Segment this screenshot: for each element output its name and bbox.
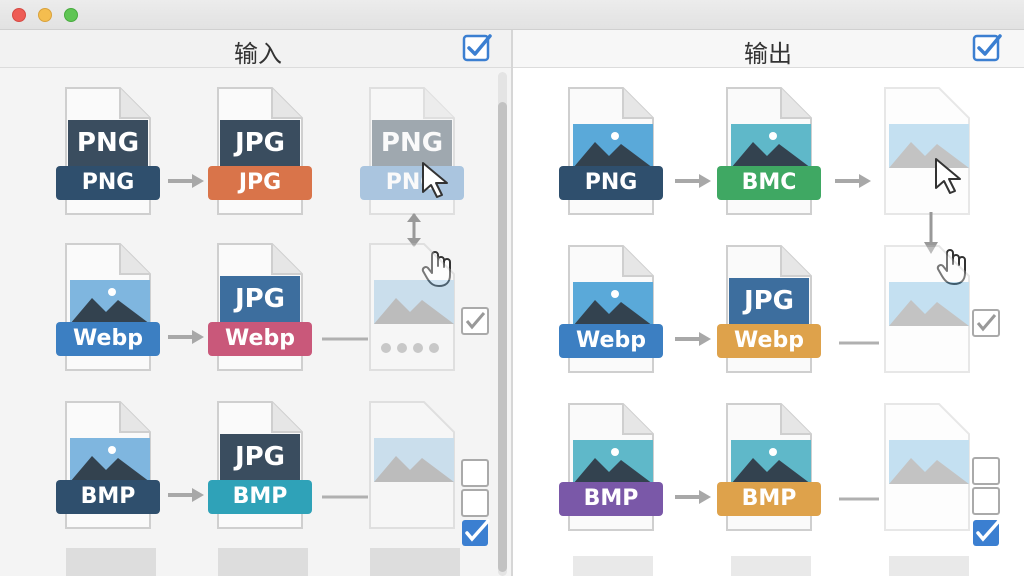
input-scrollbar[interactable] bbox=[498, 72, 507, 576]
row-checkbox[interactable] bbox=[460, 488, 490, 518]
row-checkbox[interactable] bbox=[971, 486, 1001, 516]
select-all-input-checkbox[interactable] bbox=[462, 32, 492, 62]
file-icon-placeholder[interactable] bbox=[875, 86, 985, 218]
format-ribbon: BMP bbox=[208, 480, 312, 514]
close-window-button[interactable] bbox=[12, 8, 26, 22]
file-icon-bmp[interactable]: BMP bbox=[56, 400, 166, 532]
file-icon-jpg[interactable]: JPG JPG bbox=[208, 86, 318, 218]
output-pane-title: 输出 bbox=[744, 40, 792, 68]
window-titlebar bbox=[0, 0, 1024, 30]
format-ribbon: PNG bbox=[56, 166, 160, 200]
format-ribbon: JPG bbox=[208, 166, 312, 200]
format-label-top: JPG bbox=[220, 120, 300, 166]
format-ribbon: BMP bbox=[559, 482, 663, 516]
zoom-window-button[interactable] bbox=[64, 8, 78, 22]
file-icon-jpg-webp[interactable]: JPG Webp bbox=[208, 242, 318, 374]
connector-line bbox=[839, 497, 879, 501]
file-icon-placeholder[interactable] bbox=[360, 400, 470, 532]
file-icon-jpg-bmp[interactable]: JPG BMP bbox=[208, 400, 318, 532]
row-checkbox[interactable] bbox=[971, 456, 1001, 486]
file-icon-jpg-webp[interactable]: JPG Webp bbox=[717, 244, 827, 376]
input-pane-header: 输入 bbox=[0, 30, 511, 68]
input-pane-title: 输入 bbox=[234, 40, 282, 68]
format-ribbon: Webp bbox=[717, 324, 821, 358]
format-ribbon: PNG bbox=[559, 166, 663, 200]
convert-arrow-icon bbox=[675, 332, 711, 346]
file-icon-webp[interactable]: Webp bbox=[56, 242, 166, 374]
select-all-output-checkbox[interactable] bbox=[972, 32, 1002, 62]
image-file-icon bbox=[884, 245, 970, 373]
input-pane: 输入 PNG PNG JPG JPG PNG PNG Webp JPG Webp… bbox=[0, 30, 511, 576]
file-icon-placeholder[interactable] bbox=[360, 242, 470, 374]
image-file-icon bbox=[369, 243, 455, 371]
file-icon-bmc[interactable]: BMC bbox=[717, 86, 827, 218]
partial-row-ghost bbox=[573, 556, 969, 576]
image-file-icon bbox=[884, 87, 970, 215]
row-checkbox[interactable] bbox=[460, 306, 490, 336]
file-icon-png[interactable]: PNG PNG bbox=[56, 86, 166, 218]
file-icon-placeholder[interactable] bbox=[875, 244, 985, 376]
file-icon-bmp[interactable]: BMP bbox=[559, 402, 669, 534]
format-ribbon: Webp bbox=[208, 322, 312, 356]
format-label-top: JPG bbox=[220, 434, 300, 480]
convert-arrow-icon bbox=[168, 174, 204, 188]
pointer-cursor-icon bbox=[422, 162, 448, 198]
file-icon-bmp-output[interactable]: BMP bbox=[717, 402, 827, 534]
format-ribbon: BMP bbox=[717, 482, 821, 516]
format-label-top: PNG bbox=[68, 120, 148, 166]
file-icon-png[interactable]: PNG bbox=[559, 86, 669, 218]
image-file-icon bbox=[369, 401, 455, 529]
row-checkbox[interactable] bbox=[460, 458, 490, 488]
output-pane: 输出 PNG BMC Webp JPG Webp BMP BMP bbox=[513, 30, 1024, 576]
convert-arrow-icon bbox=[168, 488, 204, 502]
minimize-window-button[interactable] bbox=[38, 8, 52, 22]
image-file-icon bbox=[884, 403, 970, 531]
format-ribbon: BMC bbox=[717, 166, 821, 200]
convert-arrow-icon bbox=[675, 174, 711, 188]
convert-arrow-icon bbox=[835, 174, 871, 188]
format-ribbon: Webp bbox=[559, 324, 663, 358]
connector-line bbox=[839, 341, 879, 345]
file-icon-png-preview[interactable]: PNG PNG bbox=[360, 86, 470, 218]
format-label-top: JPG bbox=[729, 278, 809, 324]
output-pane-header: 输出 bbox=[513, 30, 1024, 68]
convert-arrow-icon bbox=[168, 330, 204, 344]
file-icon-placeholder[interactable] bbox=[875, 402, 985, 534]
partial-row-ghost bbox=[66, 548, 460, 576]
format-label-top: JPG bbox=[220, 276, 300, 322]
input-scrollbar-thumb[interactable] bbox=[498, 102, 507, 572]
row-checkbox[interactable] bbox=[971, 308, 1001, 338]
row-checkbox-checked[interactable] bbox=[971, 518, 1001, 548]
format-ribbon: Webp bbox=[56, 322, 160, 356]
convert-arrow-icon bbox=[675, 490, 711, 504]
file-icon-webp[interactable]: Webp bbox=[559, 244, 669, 376]
pointer-cursor-icon bbox=[935, 158, 961, 194]
format-ribbon: BMP bbox=[56, 480, 160, 514]
